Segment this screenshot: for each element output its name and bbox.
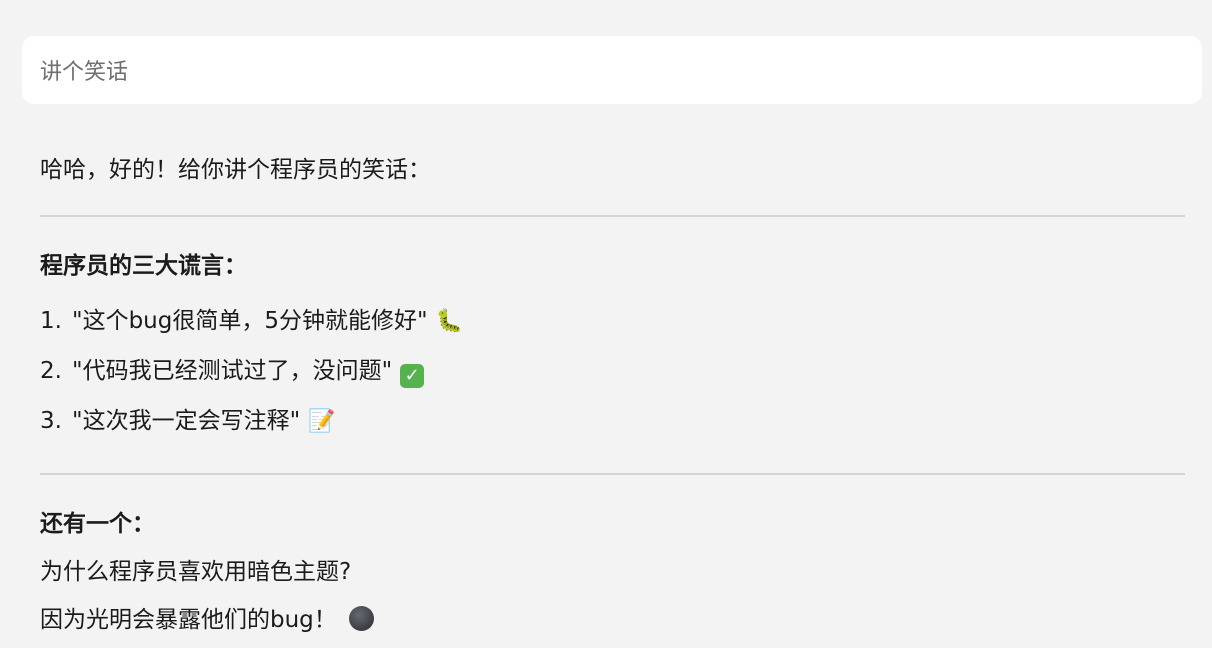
check-mark-icon: ✓ <box>400 364 425 388</box>
lies-list: 1. "这个bug很简单，5分钟就能修好" 🐛 2. "代码我已经测试过了，没问题" ✓… <box>40 296 1185 446</box>
chat-page: 讲个笑话 哈哈，好的！给你讲个程序员的笑话： 程序员的三大谎言： 1. "这个bu… <box>0 0 1212 648</box>
assistant-reply: 哈哈，好的！给你讲个程序员的笑话： 程序员的三大谎言： 1. "这个bug很简单，… <box>40 148 1185 642</box>
caterpillar-icon: 🐛 <box>435 308 463 334</box>
list-item: 3. "这次我一定会写注释" 📝 <box>40 396 1185 446</box>
memo-icon: 📝 <box>308 408 336 434</box>
section-title-lies: 程序员的三大谎言： <box>40 253 247 279</box>
joke-question: 为什么程序员喜欢用暗色主题? <box>40 559 352 585</box>
list-number: 2. <box>40 358 62 384</box>
list-number: 3. <box>40 408 62 434</box>
reply-intro: 哈哈，好的！给你讲个程序员的笑话： <box>40 157 431 183</box>
joke-answer-line: 因为光明会暴露他们的bug！ <box>40 598 1185 642</box>
new-moon-icon <box>348 606 374 631</box>
user-message-bubble: 讲个笑话 <box>22 36 1202 104</box>
list-item-text: "代码我已经测试过了，没问题" <box>72 358 393 384</box>
user-message-text: 讲个笑话 <box>40 60 129 85</box>
divider <box>40 473 1185 475</box>
divider <box>40 215 1185 217</box>
list-item-text: "这次我一定会写注释" <box>72 408 301 434</box>
list-item: 2. "代码我已经测试过了，没问题" ✓ <box>40 346 1185 396</box>
joke-answer: 因为光明会暴露他们的bug！ <box>40 607 337 633</box>
list-item-text: "这个bug很简单，5分钟就能修好" <box>72 308 428 334</box>
list-item: 1. "这个bug很简单，5分钟就能修好" 🐛 <box>40 296 1185 346</box>
section-title-another: 还有一个： <box>40 511 155 537</box>
list-number: 1. <box>40 308 62 334</box>
